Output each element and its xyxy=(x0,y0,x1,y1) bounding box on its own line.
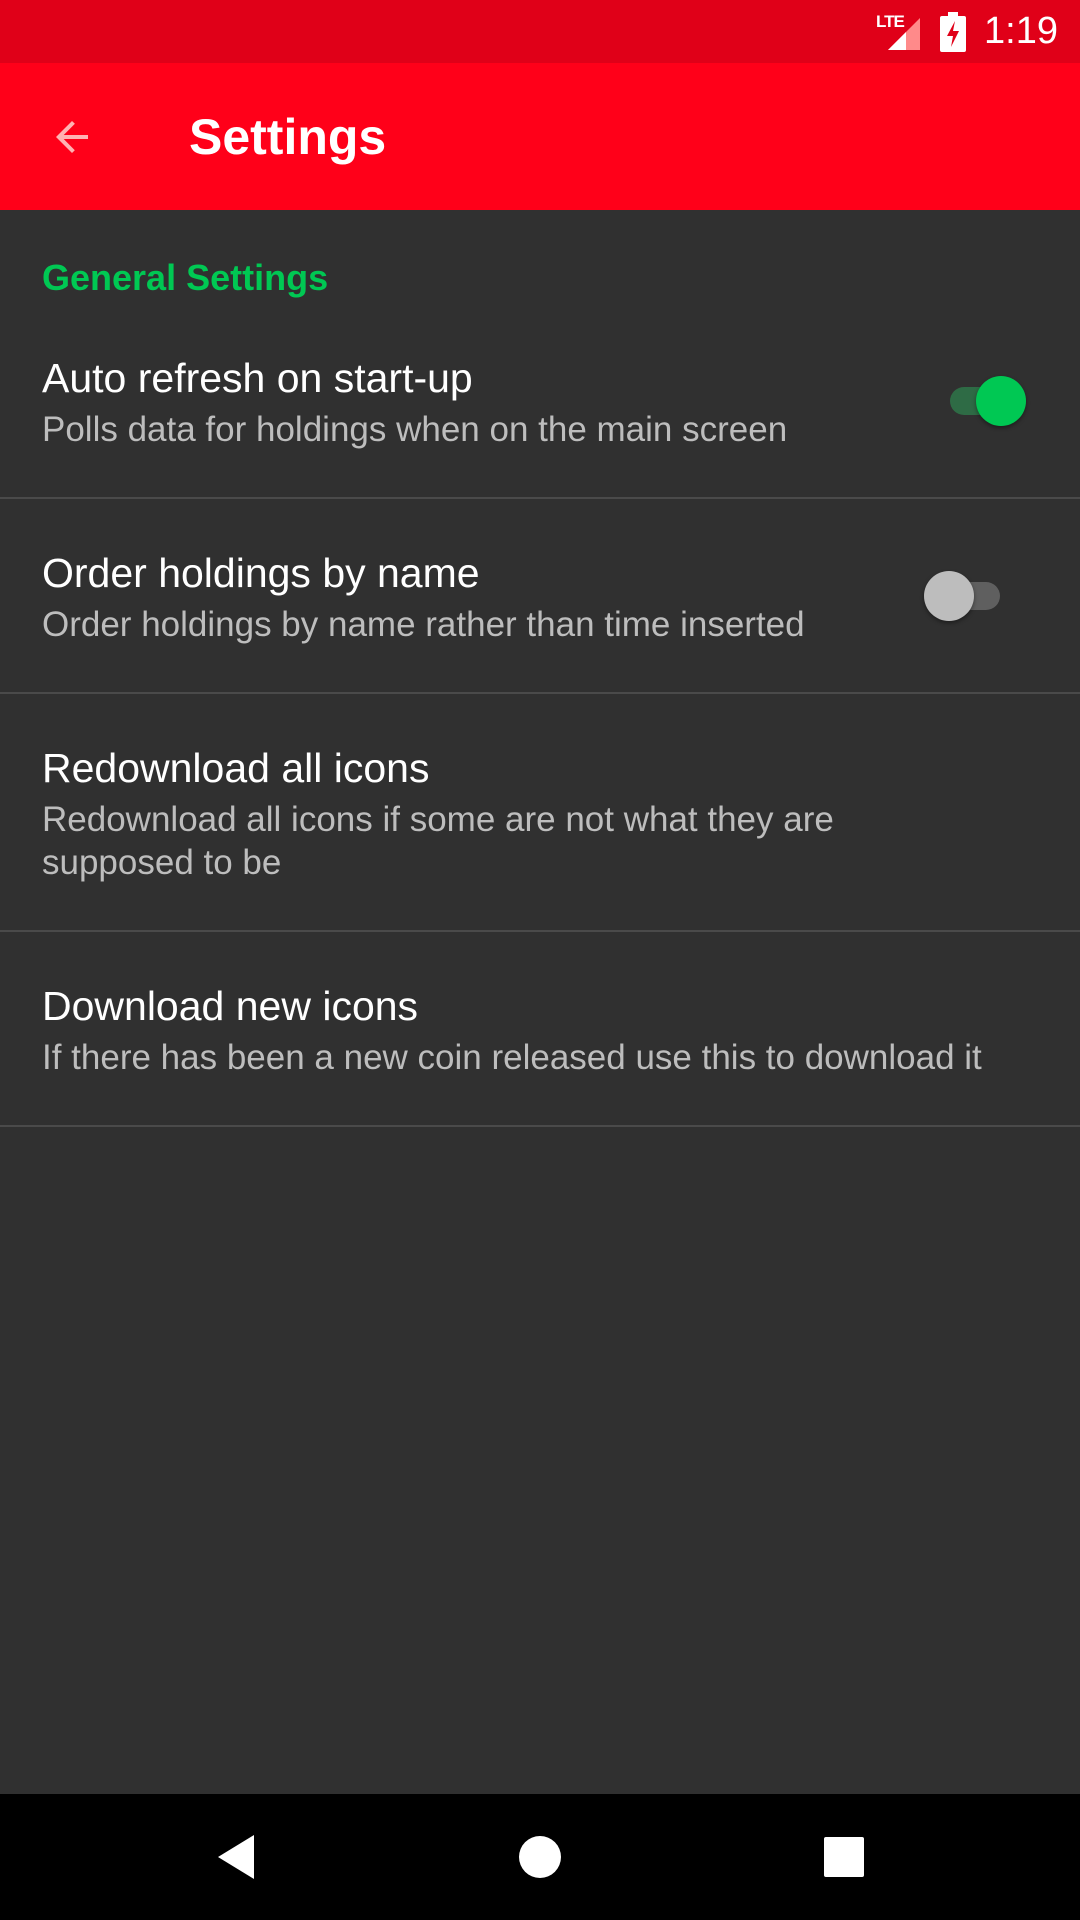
nav-recents-button[interactable] xyxy=(814,1827,874,1887)
pref-redownload-icons[interactable]: Redownload all icons Redownload all icon… xyxy=(0,694,1080,932)
status-time: 1:19 xyxy=(984,10,1058,52)
page-title: Settings xyxy=(189,109,387,165)
nav-back-button[interactable] xyxy=(208,1827,268,1887)
pref-title: Auto refresh on start-up xyxy=(42,355,473,401)
nav-home-button[interactable] xyxy=(510,1827,570,1887)
order-by-name-switch[interactable] xyxy=(922,566,1008,626)
pref-summary: Redownload all icons if some are not wha… xyxy=(42,800,834,882)
battery-charging-icon xyxy=(940,11,967,52)
back-triangle-icon xyxy=(218,1835,254,1879)
pref-download-new-icons[interactable]: Download new icons If there has been a n… xyxy=(0,932,1080,1127)
navigation-bar xyxy=(0,1794,1080,1920)
app-bar: Settings xyxy=(0,63,1080,210)
section-header-general: General Settings xyxy=(42,257,329,298)
status-bar: LTE 1:19 xyxy=(0,0,1080,63)
status-icons: LTE 1:19 xyxy=(876,0,1058,63)
switch-thumb xyxy=(924,571,974,621)
pref-title: Download new icons xyxy=(42,983,419,1029)
pref-title: Order holdings by name xyxy=(42,550,480,596)
pref-auto-refresh[interactable]: Auto refresh on start-up Polls data for … xyxy=(0,322,1080,499)
switch-thumb xyxy=(976,376,1026,426)
network-type-label: LTE xyxy=(876,11,905,31)
auto-refresh-switch[interactable] xyxy=(942,371,1028,431)
pref-summary: If there has been a new coin released us… xyxy=(42,1038,982,1077)
back-button[interactable] xyxy=(40,105,104,169)
pref-order-by-name[interactable]: Order holdings by name Order holdings by… xyxy=(0,499,1080,694)
pref-summary: Order holdings by name rather than time … xyxy=(42,605,805,644)
arrow-back-icon xyxy=(56,121,88,153)
pref-summary: Polls data for holdings when on the main… xyxy=(42,410,788,449)
lte-signal-icon: LTE xyxy=(876,12,922,52)
home-circle-icon xyxy=(519,1836,561,1878)
recents-square-icon xyxy=(824,1837,864,1877)
pref-title: Redownload all icons xyxy=(42,745,430,791)
